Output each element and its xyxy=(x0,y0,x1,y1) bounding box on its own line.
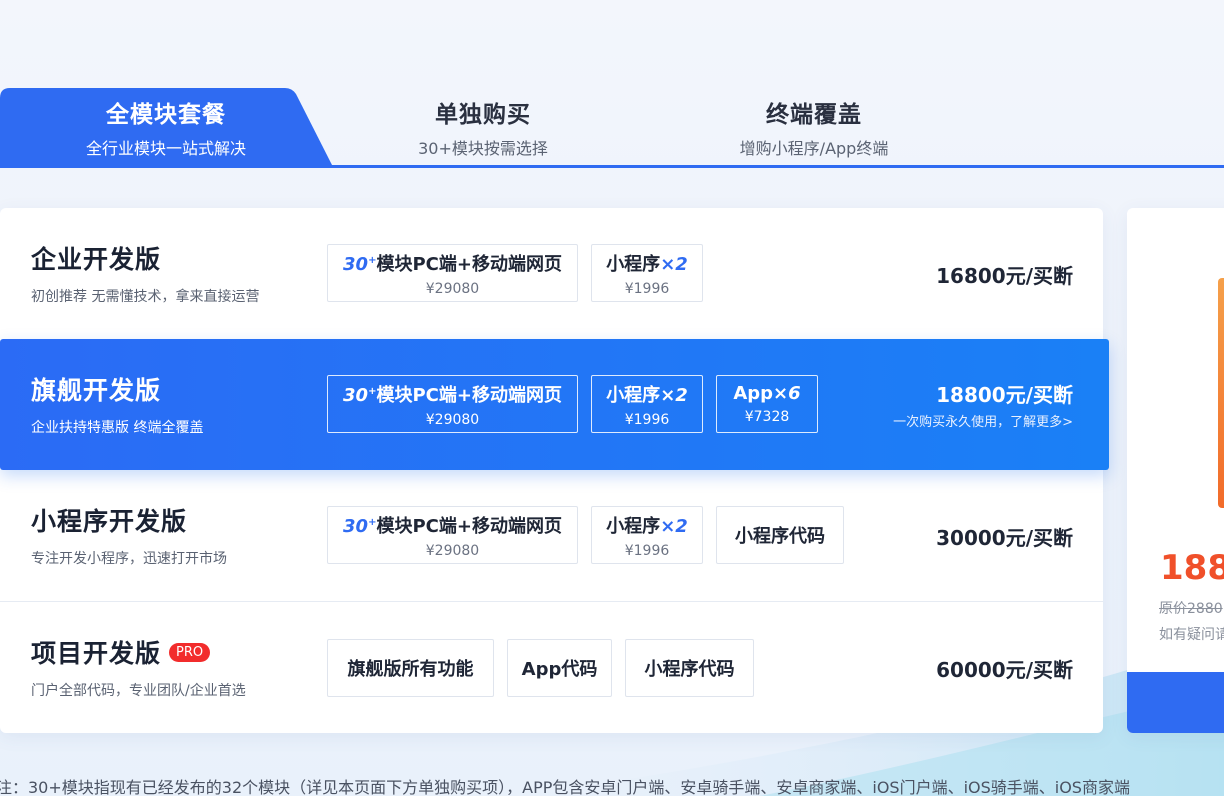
plan-description: 初创推荐 无需懂技术，拿来直接运营 xyxy=(31,289,260,305)
chip-price: ¥29080 xyxy=(425,280,480,297)
feature-chip-app: App×6 ¥7328 xyxy=(716,375,818,433)
chip-price: ¥1996 xyxy=(624,411,670,428)
feature-chip-modules: 30+模块PC端+移动端网页 ¥29080 xyxy=(327,375,578,433)
feature-chip-modules: 30+模块PC端+移动端网页 ¥29080 xyxy=(327,244,578,302)
plan-tabs: 全模块套餐 全行业模块一站式解决 单独购买 30+模块按需选择 终端覆盖 增购小… xyxy=(0,88,1224,168)
tab-subtitle: 增购小程序/App终端 xyxy=(739,138,889,158)
chip-title: 小程序代码 xyxy=(735,526,825,547)
plan-name: 项目开发版 PRO xyxy=(31,634,211,670)
chip-price: ¥29080 xyxy=(425,542,480,559)
plan-description: 企业扶持特惠版 终端全覆盖 xyxy=(31,420,204,436)
feature-chip-all-flagship: 旗舰版所有功能 xyxy=(327,639,494,697)
plan-row-flagship[interactable]: 旗舰开发版 企业扶持特惠版 终端全覆盖 30+模块PC端+移动端网页 ¥2908… xyxy=(0,339,1109,470)
plan-price: 16800元/买断 xyxy=(936,264,1073,288)
tab-terminal-coverage[interactable]: 终端覆盖 增购小程序/App终端 xyxy=(660,88,968,165)
feature-chip-miniprogram: 小程序×2 ¥1996 xyxy=(591,375,703,433)
promo-image xyxy=(1218,278,1224,508)
tab-underline xyxy=(0,165,1224,168)
chip-price: ¥29080 xyxy=(425,411,480,428)
chip-title: 模块PC端+移动端网页 xyxy=(376,515,562,537)
chip-price: ¥7328 xyxy=(744,409,790,425)
plan-row-project[interactable]: 项目开发版 PRO 门户全部代码，专业团队/企业首选 旗舰版所有功能 App代码 … xyxy=(0,601,1103,732)
learn-more-link[interactable]: 一次购买永久使用，了解更多> xyxy=(893,411,1073,430)
chip-multiplier: ×2 xyxy=(660,253,688,275)
feature-chip-app-code: App代码 xyxy=(507,639,612,697)
inquiry-text: 如有疑问请 xyxy=(1159,627,1224,643)
tab-title: 终端覆盖 xyxy=(766,101,862,128)
plan-price: 18800元/买断 xyxy=(936,383,1073,407)
chip-multiplier: ×2 xyxy=(660,515,688,537)
plan-description: 门户全部代码，专业团队/企业首选 xyxy=(31,683,246,699)
feature-chip-miniprogram-code: 小程序代码 xyxy=(716,506,844,564)
tab-all-modules[interactable]: 全模块套餐 全行业模块一站式解决 xyxy=(0,88,332,165)
buy-button[interactable] xyxy=(1127,672,1224,733)
chip-price: ¥1996 xyxy=(624,542,670,559)
tab-subtitle: 30+模块按需选择 xyxy=(418,138,548,158)
chip-title: 小程序代码 xyxy=(644,659,735,680)
pro-badge: PRO xyxy=(169,642,211,662)
plan-price: 60000元/买断 xyxy=(936,658,1073,682)
modules-count: 30+ xyxy=(343,384,377,406)
tab-title: 全模块套餐 xyxy=(106,101,226,128)
chip-multiplier: ×6 xyxy=(773,383,801,404)
plan-name: 小程序开发版 xyxy=(31,507,188,536)
plan-price: 30000元/买断 xyxy=(936,526,1073,550)
chip-title: 模块PC端+移动端网页 xyxy=(376,253,562,275)
chip-title: App代码 xyxy=(521,659,598,680)
feature-chip-modules: 30+模块PC端+移动端网页 ¥29080 xyxy=(327,506,578,564)
tab-subtitle: 全行业模块一站式解决 xyxy=(85,138,246,158)
chip-title: 小程序 xyxy=(606,253,661,275)
original-price: 原价2880 xyxy=(1159,601,1223,617)
chip-title: 小程序 xyxy=(606,384,661,406)
chip-price: ¥1996 xyxy=(624,280,670,297)
feature-chip-miniprogram-code: 小程序代码 xyxy=(625,639,754,697)
feature-chip-miniprogram: 小程序×2 ¥1996 xyxy=(591,506,703,564)
modules-count: 30+ xyxy=(343,253,377,275)
promo-price: 188 xyxy=(1160,548,1224,588)
chip-title: 旗舰版所有功能 xyxy=(347,659,474,680)
plan-name: 旗舰开发版 xyxy=(31,376,162,405)
tab-title: 单独购买 xyxy=(435,101,531,128)
plan-description: 专注开发小程序，迅速打开市场 xyxy=(31,551,227,567)
side-promo-panel: 188 原价2880 如有疑问请 xyxy=(1127,208,1224,733)
chip-title: 小程序 xyxy=(606,515,661,537)
tab-single-purchase[interactable]: 单独购买 30+模块按需选择 xyxy=(330,88,636,165)
plans-card: 企业开发版 初创推荐 无需懂技术，拿来直接运营 30+模块PC端+移动端网页 ¥… xyxy=(0,208,1109,733)
feature-chip-miniprogram: 小程序×2 ¥1996 xyxy=(591,244,703,302)
chip-multiplier: ×2 xyxy=(660,384,688,406)
plan-name: 企业开发版 xyxy=(31,245,162,274)
plan-row-miniprogram[interactable]: 小程序开发版 专注开发小程序，迅速打开市场 30+模块PC端+移动端网页 ¥29… xyxy=(0,470,1103,601)
footnote: 注：30+模块指现有已经发布的32个模块（详见本页面下方单独购买项），APP包含… xyxy=(0,778,1130,796)
chip-title: 模块PC端+移动端网页 xyxy=(376,384,562,406)
chip-title: App xyxy=(733,383,774,404)
plan-row-enterprise[interactable]: 企业开发版 初创推荐 无需懂技术，拿来直接运营 30+模块PC端+移动端网页 ¥… xyxy=(0,208,1103,339)
modules-count: 30+ xyxy=(343,515,377,537)
